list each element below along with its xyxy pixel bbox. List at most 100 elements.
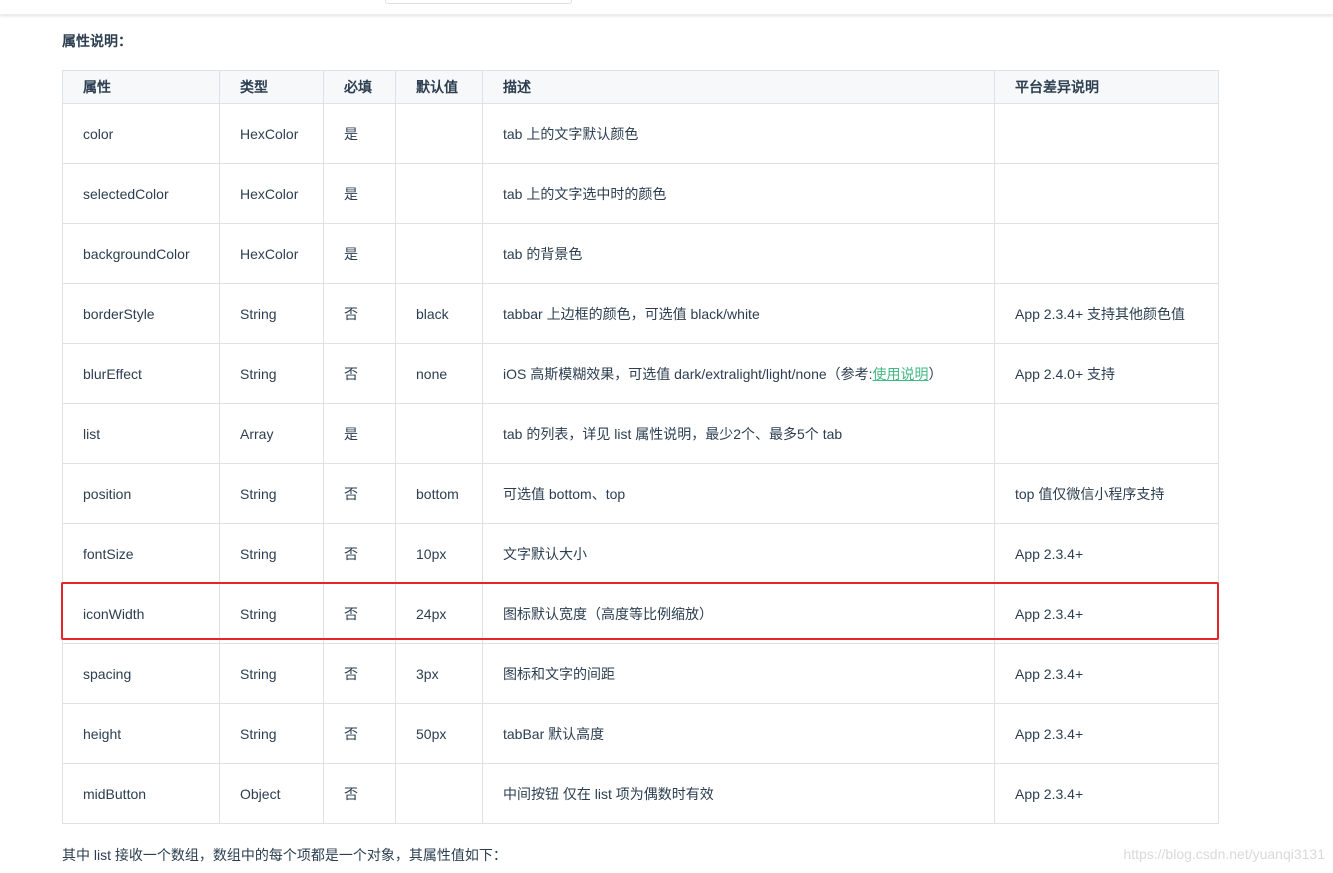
header-default: 默认值 [395, 70, 483, 104]
cell-required: 是 [323, 103, 396, 164]
cell-attr: iconWidth [62, 583, 220, 644]
cell-platform-note [994, 403, 1219, 464]
header-required: 必填 [323, 70, 396, 104]
properties-table: 属性 类型 必填 默认值 描述 平台差异说明 color HexColor 是 … [62, 70, 1219, 824]
cell-required: 否 [323, 583, 396, 644]
cell-required: 否 [323, 343, 396, 404]
table-row: blurEffect String 否 none iOS 高斯模糊效果，可选值 … [62, 343, 1219, 404]
table-row: position String 否 bottom 可选值 bottom、top … [62, 463, 1219, 524]
cell-type: HexColor [219, 163, 324, 224]
usage-doc-link[interactable]: 使用说明 [873, 366, 929, 382]
cell-type: String [219, 463, 324, 524]
cell-default: black [395, 283, 483, 344]
cell-required: 否 [323, 703, 396, 764]
cell-default: none [395, 343, 483, 404]
table-row: height String 否 50px tabBar 默认高度 App 2.3… [62, 703, 1219, 764]
table-row: list Array 是 tab 的列表，详见 list 属性说明，最少2个、最… [62, 403, 1219, 464]
section-heading: 属性说明： [62, 33, 132, 49]
cell-attr: height [62, 703, 220, 764]
cell-description: tabBar 默认高度 [482, 703, 995, 764]
cell-default [395, 223, 483, 284]
cell-type: String [219, 703, 324, 764]
cell-default: 10px [395, 523, 483, 584]
table-row: color HexColor 是 tab 上的文字默认颜色 [62, 103, 1219, 164]
cell-description: 可选值 bottom、top [482, 463, 995, 524]
description-text-end: ） [928, 365, 943, 382]
cell-type: HexColor [219, 103, 324, 164]
cell-attr: backgroundColor [62, 223, 220, 284]
cell-description: tabbar 上边框的颜色，可选值 black/white [482, 283, 995, 344]
cell-required: 否 [323, 643, 396, 704]
cell-type: String [219, 523, 324, 584]
cell-platform-note [994, 103, 1219, 164]
table-row: midButton Object 否 中间按钮 仅在 list 项为偶数时有效 … [62, 763, 1219, 824]
cell-default: 24px [395, 583, 483, 644]
table-row: spacing String 否 3px 图标和文字的间距 App 2.3.4+ [62, 643, 1219, 704]
table-row: borderStyle String 否 black tabbar 上边框的颜色… [62, 283, 1219, 344]
cell-attr: list [62, 403, 220, 464]
watermark: https://blog.csdn.net/yuanqi3131 [1123, 846, 1325, 862]
cell-required: 是 [323, 403, 396, 464]
cell-default: bottom [395, 463, 483, 524]
cell-required: 否 [323, 283, 396, 344]
cell-description: iOS 高斯模糊效果，可选值 dark/extralight/light/non… [482, 343, 995, 404]
cell-platform-note [994, 163, 1219, 224]
cell-description: 图标和文字的间距 [482, 643, 995, 704]
cell-type: HexColor [219, 223, 324, 284]
cell-description: tab 的列表，详见 list 属性说明，最少2个、最多5个 tab [482, 403, 995, 464]
header-attr: 属性 [62, 70, 220, 104]
cell-required: 是 [323, 163, 396, 224]
cell-default: 3px [395, 643, 483, 704]
cell-attr: fontSize [62, 523, 220, 584]
cell-default [395, 163, 483, 224]
cell-platform-note: App 2.3.4+ [994, 763, 1219, 824]
cell-description: 图标默认宽度（高度等比例缩放） [482, 583, 995, 644]
cell-type: String [219, 283, 324, 344]
cell-default [395, 763, 483, 824]
table-row: selectedColor HexColor 是 tab 上的文字选中时的颜色 [62, 163, 1219, 224]
cell-description: 中间按钮 仅在 list 项为偶数时有效 [482, 763, 995, 824]
cell-type: String [219, 643, 324, 704]
cell-attr: position [62, 463, 220, 524]
cell-platform-note: App 2.3.4+ 支持其他颜色值 [994, 283, 1219, 344]
cell-platform-note: top 值仅微信小程序支持 [994, 463, 1219, 524]
cell-type: String [219, 583, 324, 644]
list-intro-text: 其中 list 接收一个数组，数组中的每个项都是一个对象，其属性值如下： [62, 847, 507, 863]
cell-description: tab 上的文字选中时的颜色 [482, 163, 995, 224]
cell-attr: midButton [62, 763, 220, 824]
cell-attr: selectedColor [62, 163, 220, 224]
cell-attr: color [62, 103, 220, 164]
cell-required: 是 [323, 223, 396, 284]
cell-required: 否 [323, 463, 396, 524]
cell-description: tab 上的文字默认颜色 [482, 103, 995, 164]
top-navbar [0, 0, 1333, 15]
search-input[interactable] [385, 0, 572, 4]
header-platform-note: 平台差异说明 [994, 70, 1219, 104]
cell-default [395, 103, 483, 164]
cell-platform-note: App 2.3.4+ [994, 643, 1219, 704]
cell-type: Array [219, 403, 324, 464]
cell-required: 否 [323, 523, 396, 584]
cell-platform-note: App 2.4.0+ 支持 [994, 343, 1219, 404]
cell-description: tab 的背景色 [482, 223, 995, 284]
description-text: iOS 高斯模糊效果，可选值 dark/extralight/light/non… [503, 365, 873, 382]
cell-attr: blurEffect [62, 343, 220, 404]
cell-type: String [219, 343, 324, 404]
cell-type: Object [219, 763, 324, 824]
cell-attr: spacing [62, 643, 220, 704]
header-description: 描述 [482, 70, 995, 104]
table-row: fontSize String 否 10px 文字默认大小 App 2.3.4+ [62, 523, 1219, 584]
cell-default [395, 403, 483, 464]
cell-default: 50px [395, 703, 483, 764]
cell-attr: borderStyle [62, 283, 220, 344]
table-row: backgroundColor HexColor 是 tab 的背景色 [62, 223, 1219, 284]
cell-platform-note: App 2.3.4+ [994, 523, 1219, 584]
table-header-row: 属性 类型 必填 默认值 描述 平台差异说明 [62, 70, 1219, 104]
cell-required: 否 [323, 763, 396, 824]
cell-platform-note [994, 223, 1219, 284]
cell-platform-note: App 2.3.4+ [994, 703, 1219, 764]
table-row-highlighted: iconWidth String 否 24px 图标默认宽度（高度等比例缩放） … [62, 583, 1219, 644]
cell-description: 文字默认大小 [482, 523, 995, 584]
header-type: 类型 [219, 70, 324, 104]
cell-platform-note: App 2.3.4+ [994, 583, 1219, 644]
